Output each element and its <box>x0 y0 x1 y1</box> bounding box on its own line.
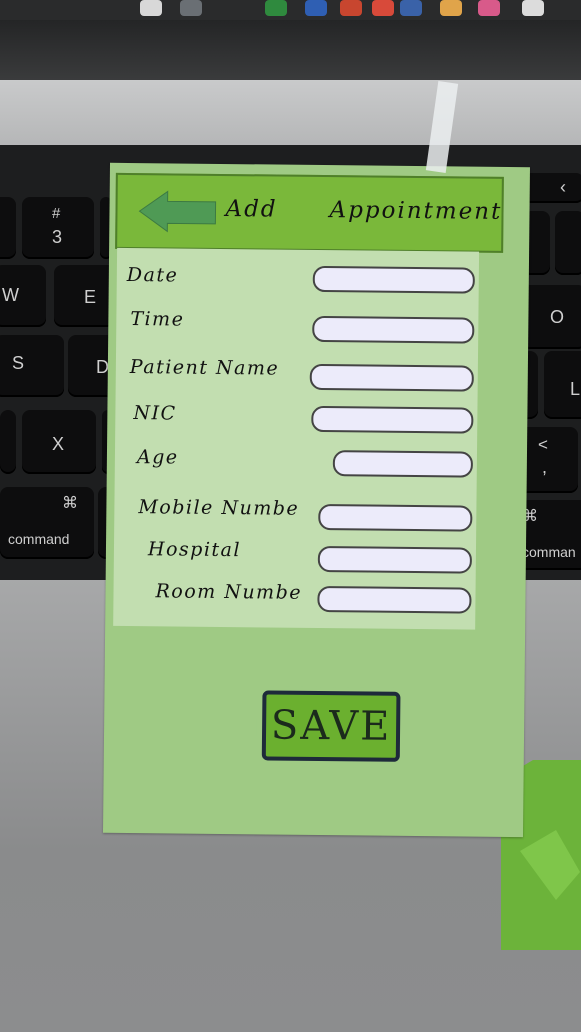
key-s-label: S <box>12 353 25 373</box>
page-title-word1: Add <box>225 196 278 223</box>
hospital-label: Hospital <box>147 538 242 562</box>
form-row-room-number: Room Numbe <box>113 580 475 614</box>
save-button-area: SAVE <box>255 686 401 768</box>
form-row-patient-name: Patient Name <box>116 356 478 392</box>
key-o-label: O <box>550 307 565 327</box>
chevron-left-icon: ‹ <box>560 177 566 197</box>
key-comma-top: < <box>538 435 548 454</box>
form-row-time: Time <box>116 308 478 344</box>
key-l: L <box>544 351 581 419</box>
room-number-field[interactable] <box>317 585 472 614</box>
mobile-number-field[interactable] <box>318 504 473 532</box>
key-l-label: L <box>570 379 581 399</box>
key-command-label: command <box>8 531 70 547</box>
age-field[interactable] <box>332 450 474 478</box>
key-comma-bottom: , <box>542 457 548 477</box>
patient-name-field[interactable] <box>309 363 474 392</box>
page-title-word2: Appointment <box>329 197 503 225</box>
app-icon <box>180 0 202 16</box>
key-w: W <box>0 265 46 327</box>
age-label: Age <box>136 446 179 469</box>
laptop-body <box>0 80 581 150</box>
key-x-label: X <box>52 434 65 454</box>
nic-label: NIC <box>133 402 177 425</box>
key-x: X <box>22 410 96 474</box>
patient-name-label: Patient Name <box>129 356 280 380</box>
paper-prototype: Add Appointment Date Time Patient Name N… <box>102 162 530 838</box>
hospital-field[interactable] <box>317 546 473 574</box>
time-field[interactable] <box>312 315 475 344</box>
dock-strip <box>0 0 581 20</box>
laptop-hinge <box>0 20 581 80</box>
key-command-left: ⌘ command <box>0 487 94 559</box>
date-field[interactable] <box>312 265 475 294</box>
app-icon <box>265 0 287 16</box>
key-command-right-label: comman <box>522 544 576 560</box>
app-icon <box>305 0 327 16</box>
form-row-mobile-number: Mobile Numbe <box>114 496 476 532</box>
nic-field[interactable] <box>311 405 474 434</box>
key-3-top: # <box>52 205 61 222</box>
app-icon <box>400 0 422 16</box>
appointment-form: Date Time Patient Name NIC Age Mobile Nu… <box>113 247 480 630</box>
mobile-number-label: Mobile Numbe <box>138 496 300 520</box>
save-button[interactable]: SAVE <box>261 690 401 762</box>
time-label: Time <box>130 308 185 331</box>
form-row-date: Date <box>117 262 479 296</box>
app-header: Add Appointment <box>115 172 504 253</box>
room-number-label: Room Numbe <box>155 580 303 604</box>
date-label: Date <box>126 263 179 287</box>
arrow-left-icon[interactable] <box>137 189 217 234</box>
key-partial-left <box>0 197 16 259</box>
form-row-age: Age <box>115 446 477 480</box>
key-e-label: E <box>84 287 97 307</box>
app-icon <box>478 0 500 16</box>
key-3: # 3 <box>22 197 94 259</box>
form-row-nic: NIC <box>115 402 477 436</box>
key-3-bottom: 3 <box>52 227 63 247</box>
key-partial-right-9 <box>555 211 581 275</box>
app-icon <box>440 0 462 16</box>
form-row-hospital: Hospital <box>114 538 476 574</box>
command-icon: ⌘ <box>62 495 78 512</box>
key-w-label: W <box>2 285 19 305</box>
app-icon <box>340 0 362 16</box>
app-icon <box>140 0 162 16</box>
app-icon <box>372 0 394 16</box>
key-s: S <box>0 335 64 397</box>
key-o: O <box>520 285 581 349</box>
app-icon <box>522 0 544 16</box>
key-partial-x <box>0 410 16 474</box>
